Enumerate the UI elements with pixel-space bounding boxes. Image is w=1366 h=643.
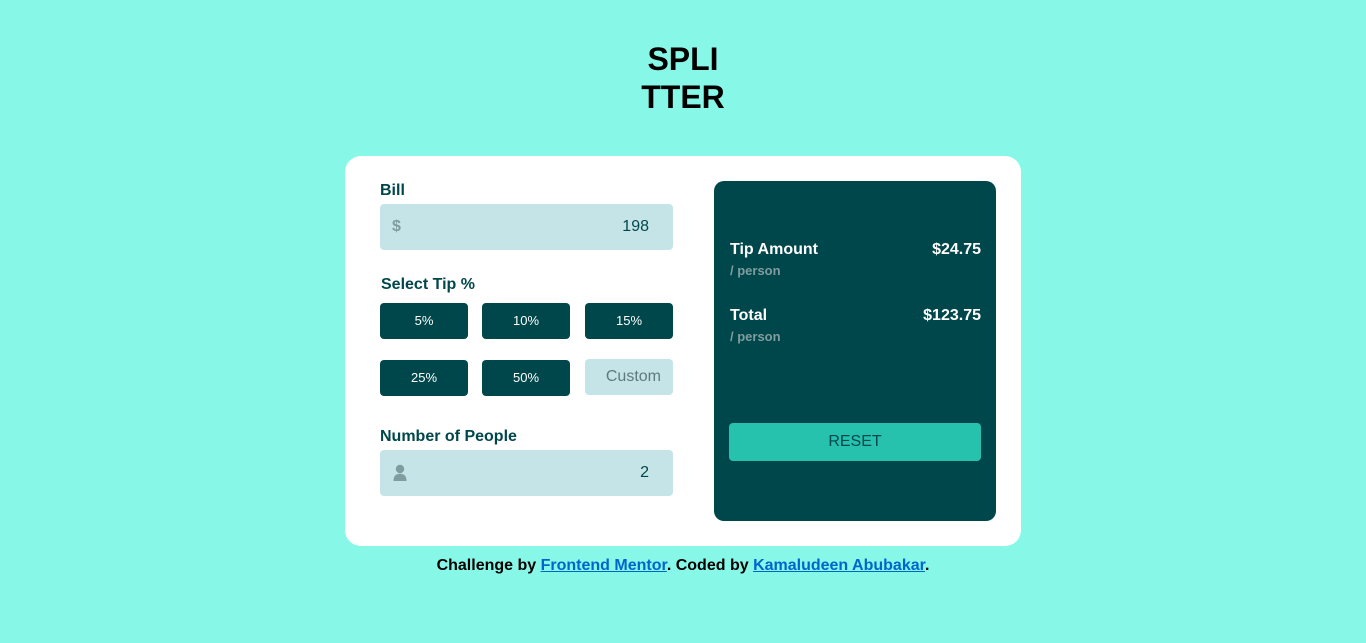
page-title-line-2: TTER xyxy=(641,79,725,115)
footer-suffix: . xyxy=(924,557,930,574)
tip-amount-per-person: / person xyxy=(730,263,781,278)
tip-amount-label: Tip Amount xyxy=(730,241,818,258)
tip-button-50[interactable]: 50% xyxy=(482,360,570,396)
reset-button[interactable]: RESET xyxy=(729,423,981,461)
tip-button-5[interactable]: 5% xyxy=(380,303,468,339)
people-label: Number of People xyxy=(380,428,517,445)
results-panel: Tip Amount / person $24.75 Total / perso… xyxy=(714,181,996,521)
total-value: $123.75 xyxy=(923,307,981,324)
people-input-value: 2 xyxy=(640,464,649,481)
tip-button-10[interactable]: 10% xyxy=(482,303,570,339)
author-link[interactable]: Kamaludeen Abubakar xyxy=(753,557,925,574)
bill-label: Bill xyxy=(380,182,405,199)
tip-amount-value: $24.75 xyxy=(932,241,981,258)
footer-middle: . Coded by xyxy=(666,557,754,574)
bill-input-value: 198 xyxy=(622,218,649,235)
footer-prefix: Challenge by xyxy=(436,557,541,574)
total-label: Total xyxy=(730,307,768,324)
person-icon xyxy=(393,464,407,487)
page-title: SPLI TTER xyxy=(0,40,1366,116)
tip-button-25[interactable]: 25% xyxy=(380,360,468,396)
total-per-person: / person xyxy=(730,329,781,344)
people-input[interactable]: 2 xyxy=(380,450,673,496)
dollar-icon: $ xyxy=(392,218,401,235)
bill-input[interactable]: $ 198 xyxy=(380,204,673,250)
page-title-line-1: SPLI xyxy=(647,41,719,77)
tip-button-15[interactable]: 15% xyxy=(585,303,673,339)
custom-tip-input[interactable]: Custom xyxy=(585,359,673,395)
frontend-mentor-link[interactable]: Frontend Mentor xyxy=(541,557,667,574)
select-tip-label: Select Tip % xyxy=(381,276,475,293)
footer: Challenge by Frontend Mentor. Coded by K… xyxy=(0,557,1366,575)
